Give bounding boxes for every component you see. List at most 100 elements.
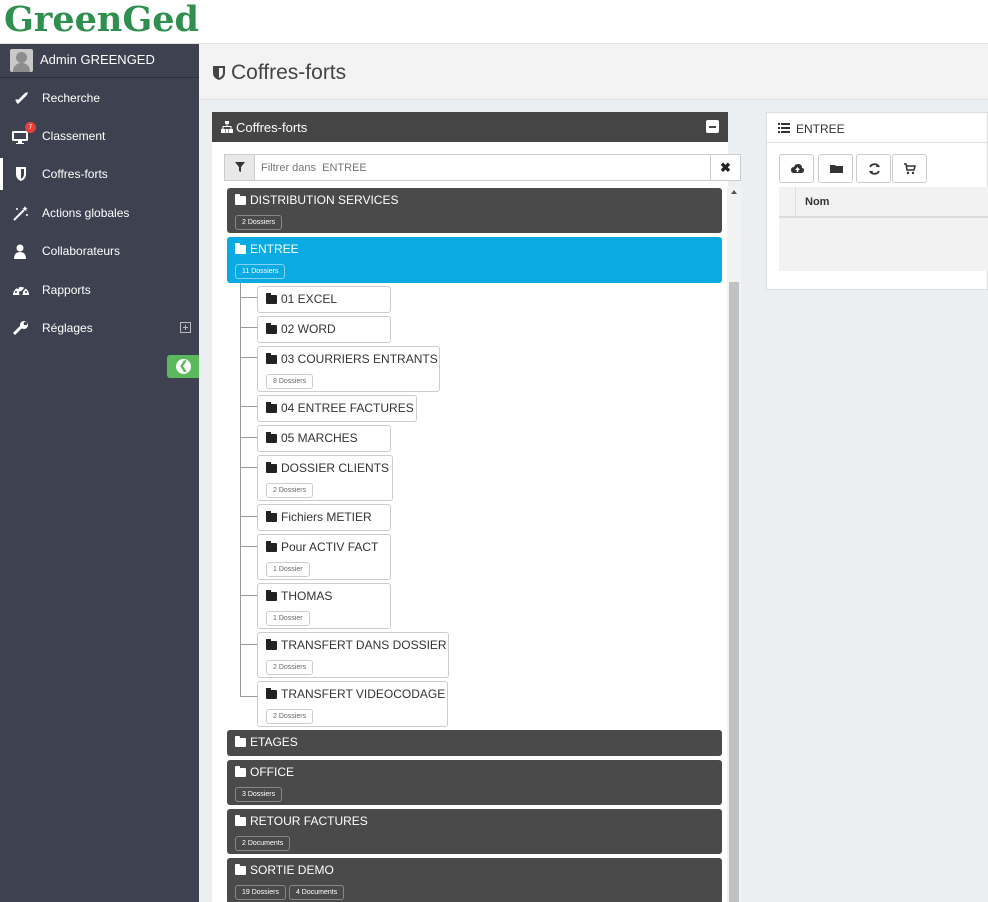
tree-connector (240, 283, 241, 697)
scroll-up-arrow-icon[interactable] (731, 190, 737, 194)
count-badge: 4 Documents (288, 885, 345, 900)
node-label: OFFICE (250, 765, 294, 779)
user-name: Admin GREENGED (40, 52, 155, 67)
folder-icon (235, 243, 246, 254)
user-icon (14, 244, 26, 259)
tree-node-child[interactable]: TRANSFERT DANS DOSSIER 2 Dossiers (257, 632, 449, 678)
sidebar: Admin GREENGED Recherche 7 Classement Co… (0, 44, 199, 902)
arrow-left-circle-icon: ❮ (176, 359, 191, 374)
sidebar-item-reglages[interactable]: Réglages (0, 312, 199, 344)
new-folder-button[interactable] (818, 154, 853, 183)
node-label: DOSSIER CLIENTS (281, 461, 390, 475)
filter-icon[interactable] (225, 155, 255, 180)
tree-node-etages[interactable]: ETAGES (227, 730, 722, 756)
tree-node-child[interactable]: 02 WORD (257, 316, 391, 343)
tree-node-child[interactable]: 04 ENTREE FACTURES (257, 395, 417, 422)
checkbox-column[interactable] (779, 187, 796, 218)
folder-icon (266, 353, 277, 364)
sidebar-item-label: Coffres-forts (42, 167, 108, 181)
tree-node-child[interactable]: Pour ACTIV FACT 1 Dossier (257, 534, 391, 580)
folder-icon (266, 511, 277, 522)
notification-badge: 7 (25, 122, 36, 133)
tree-connector (240, 327, 257, 328)
tree-connector (240, 406, 257, 407)
rocket-icon (15, 92, 28, 104)
tree-node-child[interactable]: Fichiers METIER (257, 504, 391, 531)
tree-connector (240, 546, 257, 547)
tree-node-office[interactable]: OFFICE 3 Dossiers (227, 760, 722, 805)
tree-node-child[interactable]: DOSSIER CLIENTS 2 Dossiers (257, 455, 393, 501)
greenged-logo[interactable]: GreenGed (4, 0, 199, 40)
node-label: THOMAS (281, 589, 333, 603)
folder-icon (235, 766, 246, 777)
folder-icon (266, 323, 277, 334)
collapse-panel-button[interactable] (706, 120, 719, 133)
node-label: 01 EXCEL (281, 292, 338, 306)
page-title: Coffres-forts (231, 61, 347, 84)
upload-button[interactable] (779, 154, 814, 183)
sidebar-item-label: Rapports (42, 283, 91, 297)
tree-node-child[interactable]: THOMAS 1 Dossier (257, 583, 391, 629)
count-badge: 11 Dossiers (235, 264, 286, 279)
refresh-icon (869, 163, 880, 175)
sidebar-item-collaborateurs[interactable]: Collaborateurs (0, 235, 199, 267)
sidebar-item-classement[interactable]: 7 Classement (0, 120, 199, 152)
sidebar-item-label: Recherche (42, 91, 101, 105)
magic-wand-icon (13, 206, 28, 221)
sidebar-item-label: Actions globales (42, 206, 130, 220)
tree-node-sortie-demo[interactable]: SORTIE DEMO 19 Dossiers 4 Documents (227, 858, 722, 902)
cart-button[interactable] (892, 154, 927, 183)
sidebar-item-recherche[interactable]: Recherche (0, 82, 199, 114)
detail-panel-title: ENTREE (796, 122, 845, 136)
main-content: Coffres-forts Coffres-forts ✖ DISTRIBUTI… (199, 44, 988, 902)
node-label: SORTIE DEMO (250, 863, 334, 877)
tree-scroll-area[interactable]: DISTRIBUTION SERVICES 2 Dossiers ENTREE … (224, 186, 741, 902)
node-label: DISTRIBUTION SERVICES (250, 193, 399, 207)
node-label: RETOUR FACTURES (250, 814, 368, 828)
tree-connector (240, 297, 257, 298)
count-badge: 2 Dossiers (266, 660, 314, 675)
list-icon (778, 123, 790, 133)
count-badge: 2 Dossiers (266, 709, 314, 724)
user-profile[interactable]: Admin GREENGED (0, 44, 199, 78)
collapse-sidebar-button[interactable]: ❮ (167, 355, 199, 378)
tree-node-child[interactable]: TRANSFERT VIDEOCODAGE 2 Dossiers (257, 681, 448, 727)
column-header-nom[interactable]: Nom (805, 196, 829, 208)
folder-icon (830, 165, 843, 173)
filter-input[interactable] (261, 156, 701, 179)
expand-icon[interactable] (180, 322, 191, 333)
node-label: 05 MARCHES (281, 431, 358, 445)
tree-panel: Coffres-forts ✖ DISTRIBUTION SERVICES 2 … (212, 112, 741, 902)
tree-node-retour-factures[interactable]: RETOUR FACTURES 2 Documents (227, 809, 722, 854)
tree-connector (240, 595, 257, 596)
tree-connector (240, 357, 257, 358)
tree-connector (240, 696, 257, 697)
scrollbar-thumb[interactable] (729, 282, 739, 902)
tree-node-child[interactable]: 01 EXCEL (257, 286, 391, 313)
sitemap-icon (221, 121, 233, 133)
node-label: ENTREE (250, 242, 299, 256)
refresh-button[interactable] (856, 154, 891, 183)
tree-node-child[interactable]: 05 MARCHES (257, 425, 391, 452)
sidebar-item-rapports[interactable]: Rapports (0, 274, 199, 306)
tree-node-child[interactable]: 03 COURRIERS ENTRANTS 8 Dossiers (257, 346, 440, 392)
node-label: Pour ACTIV FACT (281, 540, 379, 554)
sidebar-item-coffres-forts[interactable]: Coffres-forts (0, 158, 199, 190)
node-label: 04 ENTREE FACTURES (281, 401, 414, 415)
cart-icon (904, 163, 916, 175)
sidebar-item-label: Collaborateurs (42, 244, 121, 258)
folder-icon (266, 541, 277, 552)
scrollbar[interactable] (727, 186, 741, 902)
folder-icon (266, 402, 277, 413)
tree-node-entree[interactable]: ENTREE 11 Dossiers (227, 237, 722, 283)
sidebar-item-label: Classement (42, 129, 106, 143)
shield-icon (213, 66, 225, 80)
sidebar-item-actions-globales[interactable]: Actions globales (0, 197, 199, 229)
clear-filter-button[interactable]: ✖ (710, 155, 740, 180)
page-header: Coffres-forts (199, 44, 988, 100)
node-label: Fichiers METIER (281, 510, 372, 524)
tree-connector (240, 437, 257, 438)
folder-icon (235, 864, 246, 875)
tree-connector (240, 467, 257, 468)
tree-node-distribution-services[interactable]: DISTRIBUTION SERVICES 2 Dossiers (227, 188, 722, 233)
